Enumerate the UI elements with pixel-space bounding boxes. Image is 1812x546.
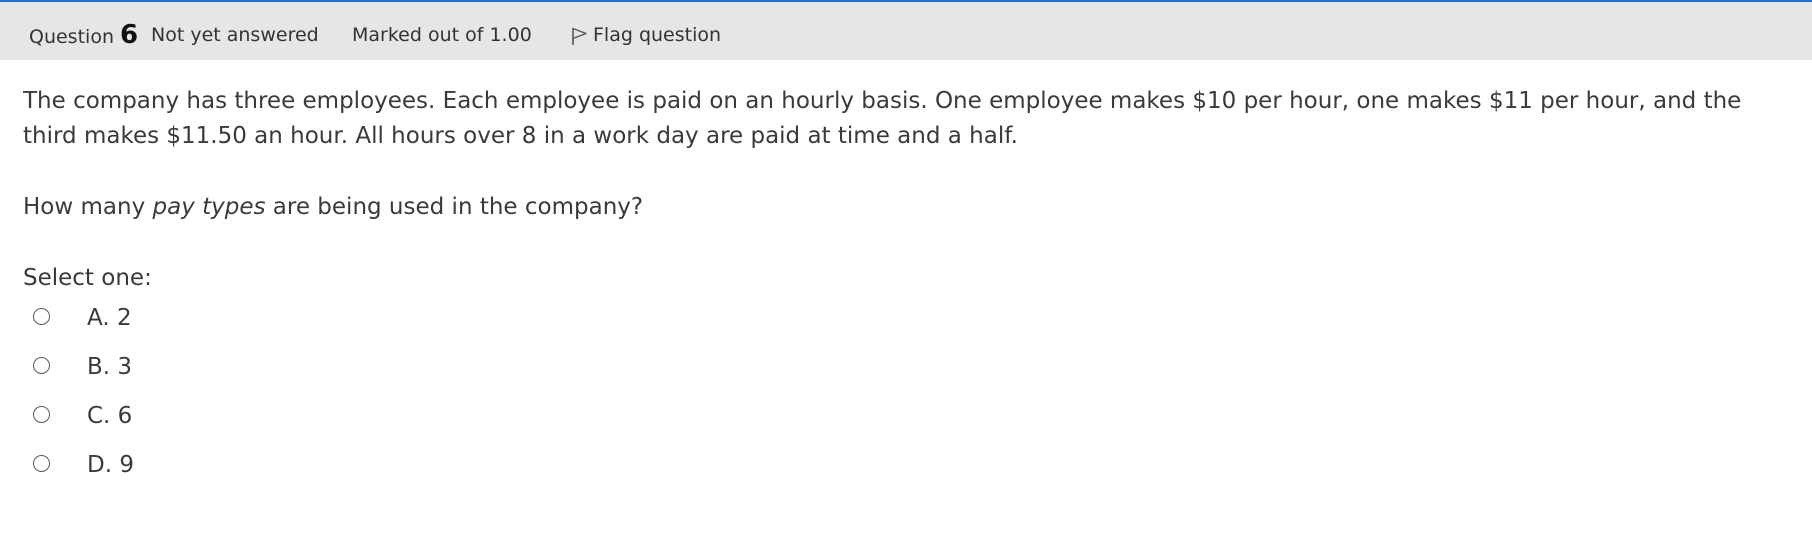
question-grade: Marked out of 1.00 <box>352 24 532 46</box>
question-number: Question 6 <box>29 2 138 62</box>
flag-question-label: Flag question <box>593 24 722 46</box>
answer-label-d[interactable]: D. 9 <box>87 447 134 483</box>
answer-option-c[interactable]: C. 6 <box>30 398 430 434</box>
radio-button-c[interactable] <box>33 406 50 423</box>
question-prompt: How many pay types are being used in the… <box>23 190 643 225</box>
answer-option-b[interactable]: B. 3 <box>30 349 430 385</box>
answer-label-c[interactable]: C. 6 <box>87 398 132 434</box>
progress-indicator <box>0 0 1712 2</box>
question-info-bar: Question 6 Not yet answered Marked out of… <box>0 0 1812 60</box>
prompt-emphasis: pay types <box>152 194 266 220</box>
radio-button-b[interactable] <box>33 357 50 374</box>
question-number-value: 6 <box>119 20 139 50</box>
prompt-text-before: How many <box>23 194 153 220</box>
radio-button-d[interactable] <box>33 455 50 472</box>
question-text: The company has three employees. Each em… <box>23 84 1793 154</box>
prompt-text-after: are being used in the company? <box>265 194 644 220</box>
answer-option-d[interactable]: D. 9 <box>30 447 430 483</box>
radio-button-a[interactable] <box>33 308 50 325</box>
answer-label-a[interactable]: A. 2 <box>87 300 132 336</box>
question-body: The company has three employees. Each em… <box>23 88 1742 149</box>
answer-option-a[interactable]: A. 2 <box>30 300 430 336</box>
select-one-instruction: Select one: <box>23 265 152 291</box>
answer-label-b[interactable]: B. 3 <box>87 349 132 385</box>
question-state: Not yet answered <box>151 24 319 46</box>
question-label: Question <box>29 26 114 48</box>
flag-question-button[interactable]: Flag question <box>570 2 721 62</box>
flag-icon <box>572 27 587 45</box>
quiz-page: Question 6 Not yet answered Marked out of… <box>0 0 1812 546</box>
